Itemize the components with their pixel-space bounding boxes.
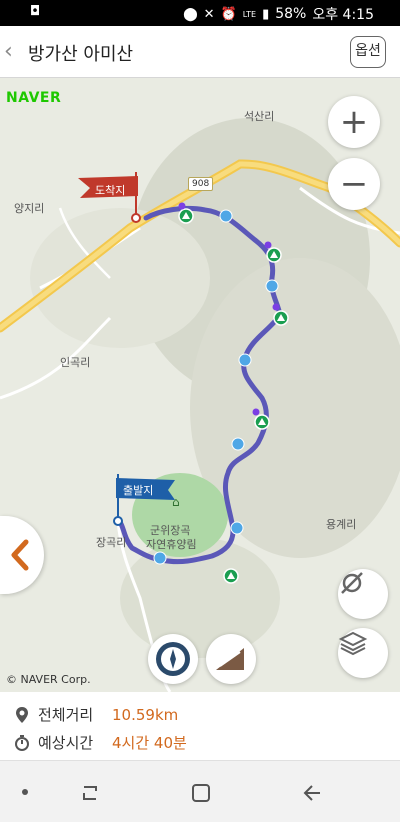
route-arrow-icon: [219, 209, 233, 223]
compass-icon: [156, 642, 190, 676]
waypoint-icon: [178, 202, 186, 210]
route-arrow-icon: [230, 521, 244, 535]
map-view[interactable]: ⌂ NAVER 908 석산리 양지리 인곡리 장곡리 용계리 군위장곡 자연휴…: [0, 78, 400, 692]
zoom-out-button[interactable]: −: [328, 158, 380, 210]
naver-logo: NAVER: [6, 90, 62, 106]
place-label: 용계리: [326, 518, 357, 531]
waypoint-icon: [252, 408, 260, 416]
distance-label: 전체거리: [38, 706, 94, 724]
place-label: 석산리: [244, 110, 275, 123]
back-chevron-icon[interactable]: ‹: [4, 38, 22, 66]
layers-icon: [338, 631, 368, 656]
compass-button[interactable]: [148, 634, 198, 684]
location-off-icon: [341, 572, 363, 594]
nav-dot-icon: [22, 789, 28, 795]
location-off-button[interactable]: [338, 569, 388, 619]
map-copyright: © NAVER Corp.: [6, 673, 91, 686]
screen: ◘ ⬤ ✕ ⏰ LTE ▮ 58% 오후 4:15 ‹ 방가산 아미산 옵션 ⌂…: [0, 0, 400, 822]
distance-value: 10.59km: [112, 705, 179, 724]
status-bar: ◘ ⬤ ✕ ⏰ LTE ▮ 58% 오후 4:15: [0, 0, 400, 26]
timer-icon: [15, 734, 29, 751]
location-icon: ⬤: [183, 6, 198, 22]
app-notification-icon: ◘: [30, 4, 41, 19]
route-arrow-icon: [265, 279, 279, 293]
layers-button[interactable]: [338, 628, 388, 678]
place-label: 자연휴양림: [146, 538, 197, 551]
recent-apps-icon[interactable]: [80, 781, 100, 805]
end-flag-label: 도착지: [95, 184, 126, 197]
time-row: 예상시간 4시간 40분: [14, 732, 187, 753]
time-label: 예상시간: [38, 734, 94, 752]
forest-icon: ⌂: [172, 495, 180, 509]
elevation-button[interactable]: [206, 634, 256, 684]
pin-icon: [16, 706, 28, 723]
route-info-panel: 전체거리 10.59km 예상시간 4시간 40분: [0, 692, 400, 760]
place-label: 인곡리: [60, 356, 91, 369]
back-arrow-icon: [11, 539, 29, 571]
battery-percent: 58%: [275, 6, 307, 22]
place-label: 양지리: [14, 202, 45, 215]
mute-icon: ✕: [203, 6, 215, 22]
distance-row: 전체거리 10.59km: [14, 704, 178, 725]
time-value: 4시간 40분: [112, 734, 187, 752]
route-arrow-icon: [153, 551, 167, 565]
back-nav-icon[interactable]: [302, 781, 324, 805]
road-number-badge: 908: [188, 177, 214, 191]
signal-icon: ▮: [262, 6, 270, 22]
start-flag-label: 출발지: [123, 484, 154, 497]
app-header: ‹ 방가산 아미산 옵션: [0, 26, 400, 78]
network-type: LTE: [242, 9, 257, 19]
route-arrow-icon: [231, 437, 245, 451]
alarm-icon: ⏰: [220, 6, 237, 22]
place-label: 장곡리: [96, 536, 127, 549]
side-panel-toggle[interactable]: [0, 516, 44, 594]
elevation-slope-icon: [216, 648, 244, 670]
waypoint-icon: [264, 241, 272, 249]
page-title: 방가산 아미산: [28, 44, 134, 65]
system-nav-bar: [0, 760, 400, 822]
options-button[interactable]: 옵션: [350, 36, 386, 68]
waypoint-icon: [272, 303, 280, 311]
route-arrow-icon: [238, 353, 252, 367]
home-icon[interactable]: [190, 781, 212, 805]
clock: 오후 4:15: [312, 7, 374, 23]
zoom-in-button[interactable]: +: [328, 96, 380, 148]
